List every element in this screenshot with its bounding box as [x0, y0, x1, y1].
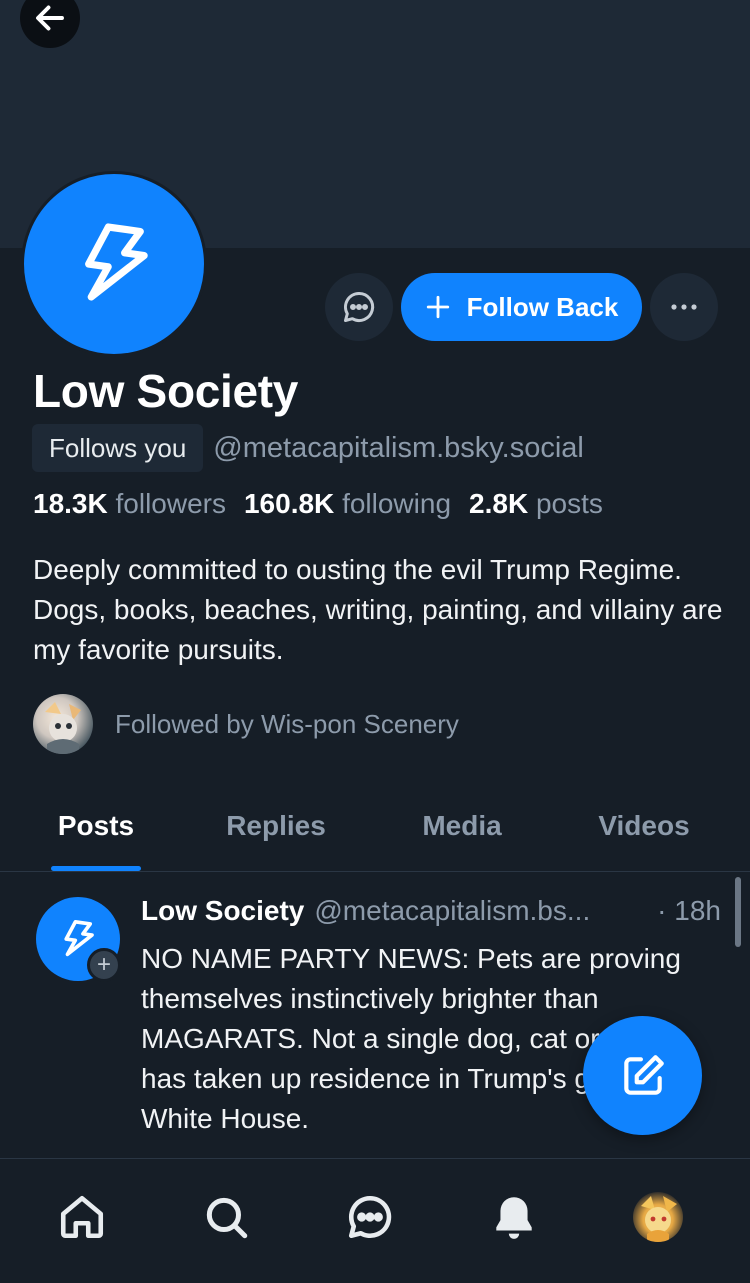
plus-icon: [426, 295, 449, 319]
post-header: Low Society @metacapitalism.bs... · 18h: [141, 895, 721, 927]
following-label: following: [342, 488, 452, 519]
nav-chat[interactable]: [342, 1189, 398, 1245]
follow-back-label: Follow Back: [466, 291, 619, 322]
following-count: 160.8K: [243, 488, 335, 519]
bottom-navigation: [0, 1158, 750, 1283]
tab-posts[interactable]: Posts: [46, 780, 146, 872]
compose-button[interactable]: [583, 1016, 702, 1135]
tab-videos[interactable]: Videos: [584, 780, 704, 872]
tab-media[interactable]: Media: [407, 780, 517, 872]
follow-plus-icon[interactable]: +: [87, 948, 121, 982]
profile-stats: 18.3K followers 160.8K following 2.8K po…: [33, 488, 603, 520]
arrow-left-icon: [36, 5, 64, 31]
profile-avatar[interactable]: [21, 171, 207, 357]
ellipsis-icon: [671, 304, 697, 310]
follows-you-badge: Follows you: [32, 424, 204, 472]
profile-avatar-small: [633, 1192, 683, 1242]
scrollbar[interactable]: [735, 877, 741, 947]
profile-tabs: Posts Replies Media Videos: [0, 780, 750, 872]
nav-profile[interactable]: [630, 1189, 686, 1245]
nav-search[interactable]: [198, 1189, 254, 1245]
chat-icon: [348, 1195, 392, 1239]
followers-count: 18.3K: [33, 488, 108, 519]
tab-replies[interactable]: Replies: [216, 780, 336, 872]
post-timestamp[interactable]: · 18h: [657, 895, 721, 927]
chat-bubble-icon: [344, 291, 375, 322]
followed-by-row[interactable]: Followed by Wis-pon Scenery: [33, 694, 459, 754]
display-name: Low Society: [33, 365, 299, 417]
posts-count: 2.8K: [469, 488, 529, 519]
bell-icon: [496, 1197, 532, 1239]
post-author-handle[interactable]: @metacapitalism.bs...: [314, 895, 590, 927]
posts-label: posts: [535, 488, 603, 519]
followed-by-text: Followed by Wis-pon Scenery: [115, 708, 459, 739]
search-icon: [206, 1197, 248, 1239]
handle-row: Follows you @metacapitalism.bsky.social: [32, 424, 584, 472]
more-options-button[interactable]: [650, 273, 718, 341]
home-icon: [60, 1195, 104, 1239]
follow-back-button[interactable]: Follow Back: [401, 273, 642, 341]
compose-icon: [623, 1054, 664, 1095]
active-tab-indicator: [51, 866, 141, 871]
nav-home[interactable]: [54, 1189, 110, 1245]
followers-stat[interactable]: 18.3K followers: [33, 488, 226, 520]
profile-bio: Deeply committed to ousting the evil Tru…: [33, 554, 723, 665]
nav-notifications[interactable]: [486, 1189, 542, 1245]
profile-handle: @metacapitalism.bsky.social: [213, 431, 584, 464]
message-button[interactable]: [325, 273, 393, 341]
lightning-bolt-icon: [85, 223, 148, 301]
post-author-name[interactable]: Low Society: [141, 895, 304, 927]
following-stat[interactable]: 160.8K following: [244, 488, 451, 520]
follower-avatar: [33, 694, 93, 754]
posts-stat: 2.8K posts: [469, 488, 603, 520]
followers-label: followers: [115, 488, 226, 519]
